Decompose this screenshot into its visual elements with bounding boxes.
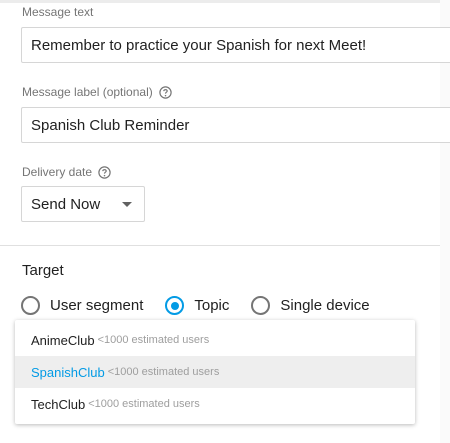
topic-option-meta: <1000 estimated users [97, 334, 210, 346]
topic-dropdown-menu: AnimeClub <1000 estimated users SpanishC… [15, 320, 415, 424]
target-radio-group: User segment Topic Single device [21, 296, 392, 315]
topic-option-name: SpanishClub [31, 364, 105, 380]
delivery-date-select[interactable]: Send Now [21, 186, 145, 222]
help-circle-icon[interactable] [98, 165, 111, 179]
radio-checked-icon[interactable] [165, 296, 185, 315]
topic-option-spanishclub[interactable]: SpanishClub <1000 estimated users [15, 356, 415, 388]
caret-down-icon [122, 201, 132, 207]
radio-single-device-label: Single device [280, 297, 370, 314]
message-text-label-text: Message text [22, 5, 94, 19]
message-label-label: Message label (optional) [22, 85, 172, 99]
top-edge-divider [0, 0, 440, 3]
message-label-input[interactable]: Spanish Club Reminder [21, 107, 450, 143]
right-edge-panel [440, 0, 450, 443]
delivery-date-label-text: Delivery date [22, 165, 93, 179]
topic-option-meta: <1000 estimated users [107, 366, 220, 378]
topic-option-name: TechClub [31, 396, 86, 412]
delivery-date-label: Delivery date [22, 165, 111, 179]
message-label-label-text: Message label (optional) [22, 85, 153, 99]
delivery-date-selected: Send Now [31, 195, 101, 213]
message-text-label: Message text [22, 5, 93, 19]
message-text-value: Remember to practice your Spanish for ne… [31, 36, 367, 54]
radio-single-device[interactable]: Single device [251, 296, 370, 315]
topic-option-techclub[interactable]: TechClub <1000 estimated users [15, 388, 415, 420]
target-title: Target [22, 262, 64, 279]
radio-topic[interactable]: Topic [165, 296, 229, 315]
message-label-value: Spanish Club Reminder [31, 116, 190, 134]
radio-unchecked-icon[interactable] [251, 296, 271, 315]
radio-user-segment-label: User segment [50, 297, 144, 314]
radio-unchecked-icon[interactable] [21, 296, 40, 315]
help-circle-icon[interactable] [159, 85, 172, 99]
notification-composer: Message text Remember to practice your S… [0, 0, 450, 443]
radio-user-segment[interactable]: User segment [21, 296, 143, 315]
radio-topic-label: Topic [194, 297, 230, 314]
message-text-input[interactable]: Remember to practice your Spanish for ne… [21, 27, 450, 63]
topic-option-meta: <1000 estimated users [88, 398, 200, 410]
section-divider [0, 245, 440, 246]
topic-option-animeclub[interactable]: AnimeClub <1000 estimated users [15, 324, 415, 356]
topic-option-name: AnimeClub [31, 332, 95, 348]
